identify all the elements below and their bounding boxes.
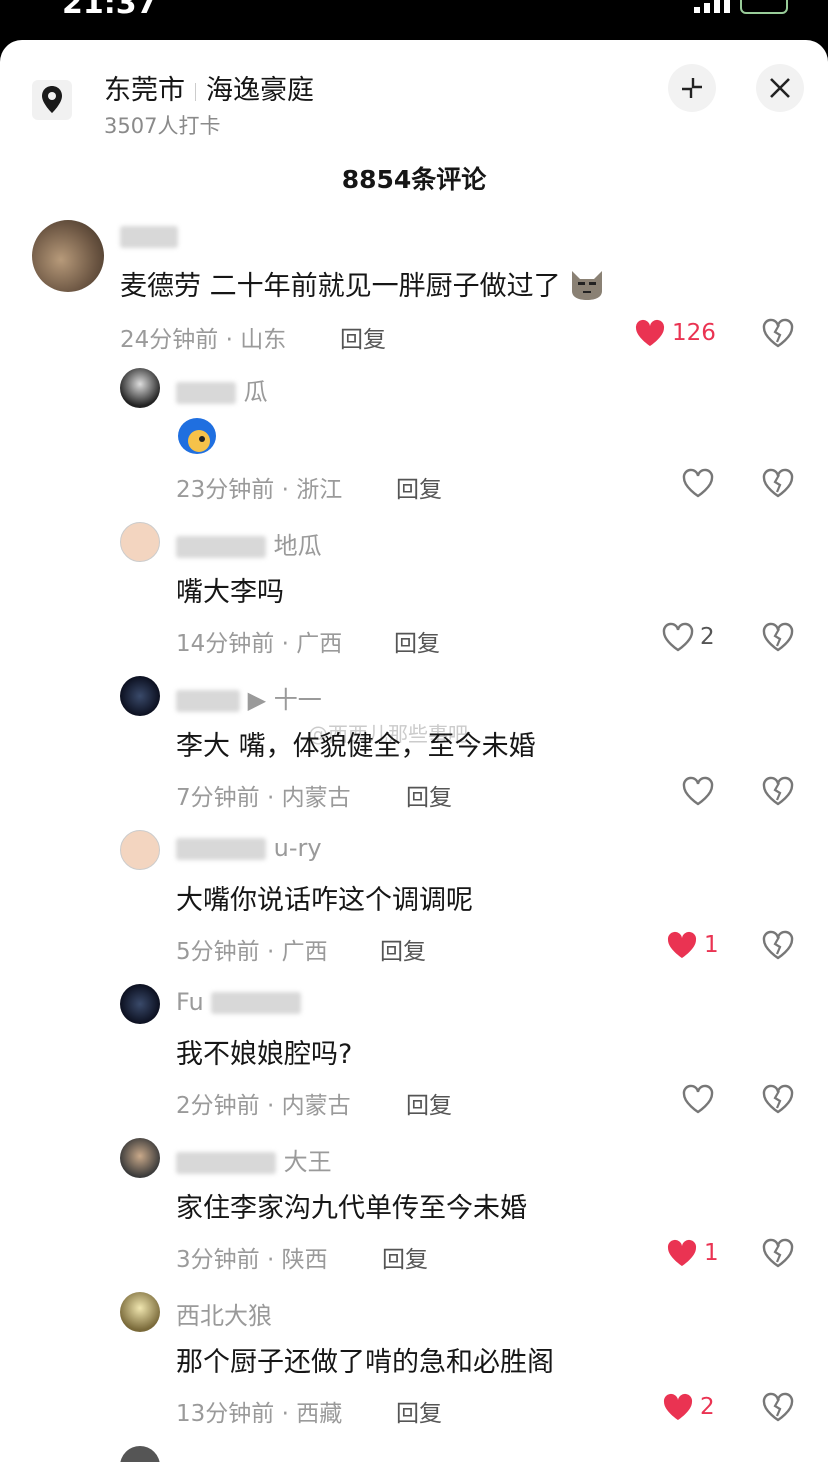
heart-filled-icon [667, 931, 697, 958]
like-button[interactable] [682, 1084, 714, 1114]
avatar[interactable] [120, 984, 160, 1024]
battery-icon [740, 0, 788, 14]
comment-time-location: 2分钟前 · 内蒙古 [176, 1093, 351, 1119]
like-button[interactable]: 1 [666, 1238, 719, 1268]
broken-heart-icon [762, 1084, 794, 1114]
signal-icon [694, 0, 730, 13]
checkin-count: 3507人打卡 [104, 114, 221, 138]
status-indicators [694, 0, 788, 14]
comment-time-location: 13分钟前 · 西藏 [176, 1401, 343, 1427]
comment-text: 那个厨子还做了啃的急和必胜阁 [176, 1347, 554, 1378]
like-count: 1 [704, 932, 719, 958]
broken-heart-icon [762, 622, 794, 652]
comment-text: 李大 嘴，体貌健全，至今未婚 [176, 731, 536, 762]
reply-button[interactable]: 回复 [406, 778, 452, 812]
dislike-button[interactable] [762, 318, 794, 352]
reply-button[interactable]: 回复 [380, 932, 426, 966]
broken-heart-icon [762, 930, 794, 960]
collapse-button[interactable] [668, 64, 716, 112]
broken-heart-icon [762, 1392, 794, 1422]
heart-outline-icon [682, 1084, 714, 1114]
heart-filled-icon [635, 319, 665, 346]
dislike-button[interactable] [762, 776, 794, 810]
place-name: 海逸豪庭 [206, 75, 314, 106]
reply-button[interactable]: 回复 [406, 1086, 452, 1120]
city-name: 东莞市 [104, 75, 185, 106]
close-icon [770, 78, 790, 98]
like-button[interactable]: 1 [666, 930, 719, 960]
comment-text: 家住李家沟九代单传至今未婚 [176, 1193, 527, 1224]
avatar[interactable] [32, 220, 104, 292]
heart-filled-icon [663, 1393, 693, 1420]
comment-emoji [176, 416, 218, 463]
dislike-button[interactable] [762, 622, 794, 656]
heart-outline-icon [662, 622, 694, 652]
dislike-button[interactable] [762, 1238, 794, 1272]
title-divider [195, 82, 196, 101]
broken-heart-icon [762, 468, 794, 498]
comment-text: 大嘴你说话咋这个调调呢 [176, 885, 473, 916]
dislike-button[interactable] [762, 1392, 794, 1426]
avatar[interactable] [120, 1446, 160, 1462]
avatar[interactable] [120, 676, 160, 716]
comment-count: 8854条评论 [341, 165, 487, 194]
like-count: 2 [700, 1394, 715, 1420]
comment-time-location: 14分钟前 · 广西 [176, 631, 343, 657]
username[interactable]: 地瓜 [176, 526, 322, 561]
location-title[interactable]: 东莞市 海逸豪庭 [104, 68, 314, 107]
dislike-button[interactable] [762, 930, 794, 964]
heart-outline-icon [682, 468, 714, 498]
reply-button[interactable]: 回复 [394, 624, 440, 658]
like-button[interactable] [682, 468, 714, 498]
status-time: 21:37 [62, 0, 158, 21]
cat-face-emoji [569, 267, 605, 308]
reply-button[interactable]: 回复 [396, 1394, 442, 1428]
username[interactable]: 西北大狼 [176, 1296, 272, 1331]
like-count: 1 [704, 1240, 719, 1266]
heart-filled-icon [667, 1239, 697, 1266]
username[interactable]: Fu [176, 988, 302, 1016]
username[interactable]: 瓜 [176, 372, 268, 407]
like-button[interactable]: 2 [662, 622, 715, 652]
like-count: 126 [672, 320, 716, 346]
status-bar: 21:37 [0, 0, 828, 40]
like-count: 2 [700, 624, 715, 650]
comment-time-location: 23分钟前 · 浙江 [176, 477, 343, 503]
comment-time-location: 5分钟前 · 广西 [176, 939, 328, 965]
dislike-button[interactable] [762, 1084, 794, 1118]
like-button[interactable]: 2 [662, 1392, 715, 1422]
broken-heart-icon [762, 776, 794, 806]
close-button[interactable] [756, 64, 804, 112]
reply-button[interactable]: 回复 [382, 1240, 428, 1274]
username[interactable] [120, 222, 178, 250]
collapse-icon [682, 78, 702, 98]
username[interactable]: u-ry [176, 834, 322, 862]
broken-heart-icon [762, 318, 794, 348]
broken-heart-icon [762, 1238, 794, 1268]
username[interactable]: 大王 [176, 1142, 332, 1177]
map-pin-icon[interactable] [32, 80, 72, 120]
like-button[interactable] [682, 776, 714, 806]
comment-time-location: 3分钟前 · 陕西 [176, 1247, 328, 1273]
reply-button[interactable]: 回复 [340, 320, 386, 354]
comment-text: 麦德劳 二十年前就见一胖厨子做过了 [120, 264, 605, 308]
avatar[interactable] [120, 1292, 160, 1332]
blue-hair-face-emoji [176, 416, 218, 463]
comment-time-location: 24分钟前 · 山东 [120, 327, 287, 353]
comment-text: 嘴大李吗 [176, 577, 284, 608]
comment-time-location: 7分钟前 · 内蒙古 [176, 785, 351, 811]
avatar[interactable] [120, 830, 160, 870]
comments-sheet: 东莞市 海逸豪庭 3507人打卡 8854条评论 @西西儿那些事吧 麦德劳 二十年… [0, 40, 828, 1462]
heart-outline-icon [682, 776, 714, 806]
avatar[interactable] [120, 522, 160, 562]
reply-button[interactable]: 回复 [396, 470, 442, 504]
like-button[interactable]: 126 [634, 318, 716, 348]
username[interactable]: ▶ 十一 [176, 680, 322, 715]
avatar[interactable] [120, 1138, 160, 1178]
dislike-button[interactable] [762, 468, 794, 502]
avatar[interactable] [120, 368, 160, 408]
comment-text: 我不娘娘腔吗? [176, 1039, 353, 1070]
